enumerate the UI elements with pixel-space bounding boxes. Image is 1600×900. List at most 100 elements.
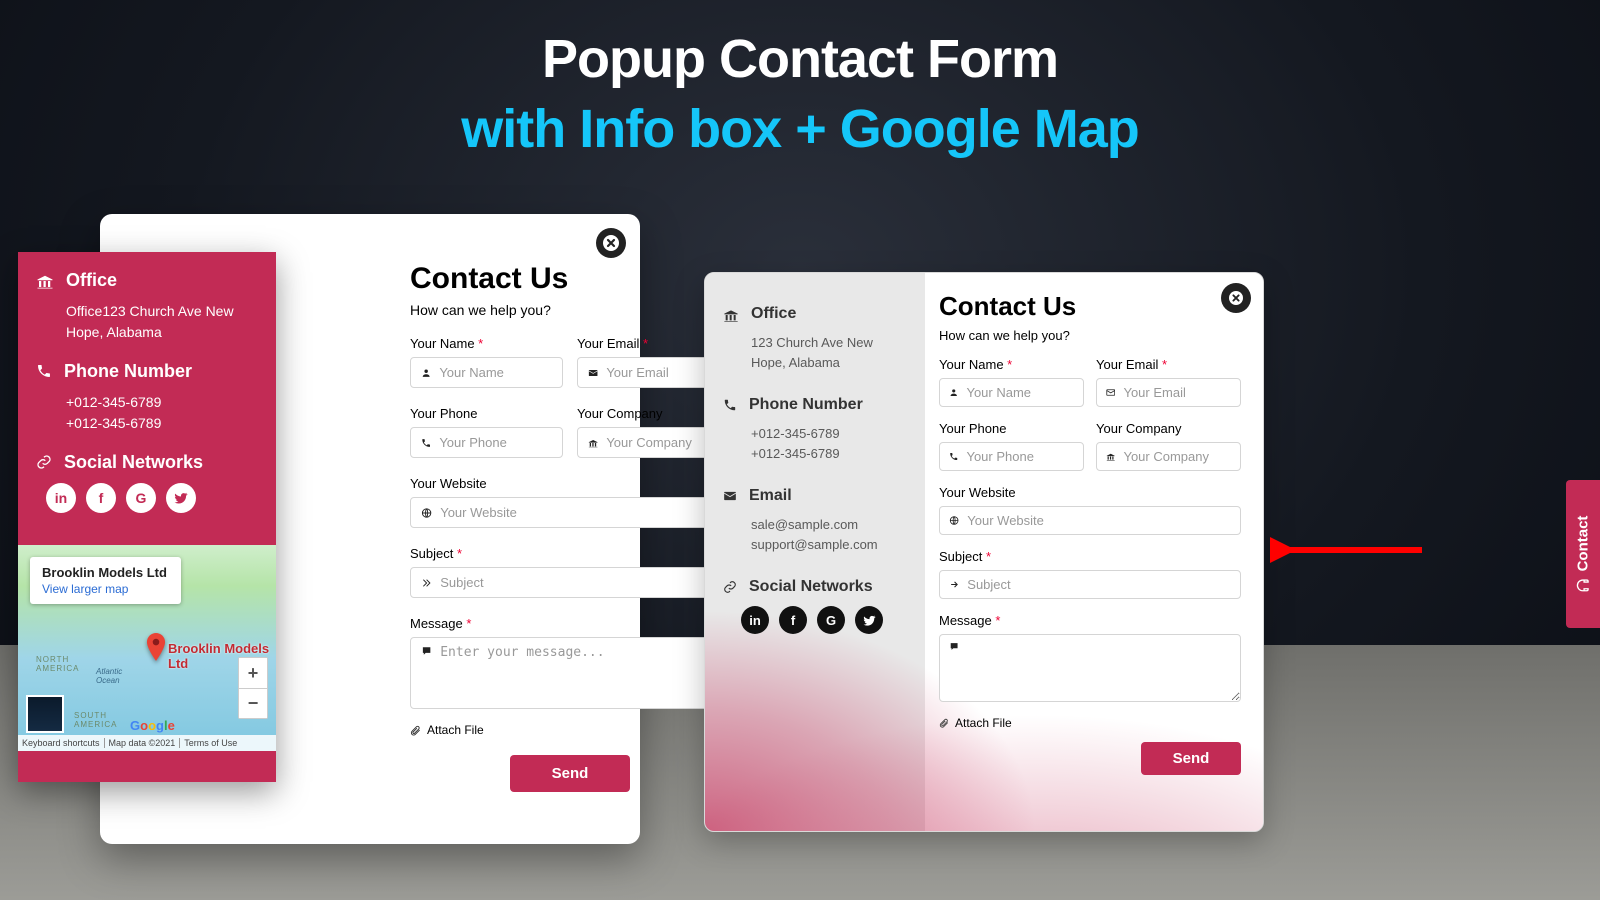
map-view-larger-link[interactable]: View larger map (42, 582, 167, 596)
map-keyboard-shortcuts[interactable]: Keyboard shortcuts (18, 738, 105, 748)
google-icon[interactable]: G (126, 483, 156, 513)
name-input[interactable] (439, 365, 552, 380)
facebook-icon[interactable]: f (86, 483, 116, 513)
map-data-attribution: Map data ©2021 (105, 738, 181, 748)
subject-field[interactable] (410, 567, 730, 598)
map-zoom-out-button[interactable]: − (239, 688, 267, 718)
headset-icon (1575, 577, 1591, 593)
website-field[interactable] (410, 497, 730, 528)
email-addresses: sale@sample.com support@sample.com (751, 515, 907, 554)
link-icon (36, 454, 52, 470)
map-satellite-thumb[interactable] (26, 695, 64, 733)
google-map[interactable]: Brooklin Models Ltd View larger map NORT… (18, 545, 276, 751)
name-field[interactable] (939, 378, 1084, 407)
phone-title: Phone Number (64, 361, 192, 382)
arrow-right-icon (949, 579, 959, 590)
message-input[interactable] (440, 645, 719, 701)
map-label-atlantic: Atlantic Ocean (96, 667, 122, 685)
twitter-icon[interactable] (855, 606, 883, 634)
map-google-logo: Google (130, 718, 175, 733)
email-input[interactable] (606, 365, 719, 380)
speech-icon (949, 641, 959, 652)
building-icon (1106, 451, 1115, 462)
phone-title: Phone Number (749, 396, 863, 414)
callout-arrow-icon (1270, 530, 1430, 570)
attach-label: Attach File (955, 716, 1012, 730)
phone-label: Your Phone (939, 421, 1084, 436)
close-button[interactable] (596, 228, 626, 258)
message-field[interactable] (410, 637, 730, 709)
subject-field[interactable] (939, 570, 1241, 599)
attach-label: Attach File (427, 723, 484, 737)
company-input[interactable] (1123, 449, 1231, 464)
facebook-icon[interactable]: f (779, 606, 807, 634)
message-input[interactable] (967, 641, 1231, 695)
contact-side-tab[interactable]: Contact (1566, 480, 1600, 628)
popup-card-b: Office 123 Church Ave New Hope, Alabama … (704, 272, 1264, 832)
side-tab-label: Contact (1575, 515, 1592, 571)
close-icon (1229, 291, 1243, 305)
website-label: Your Website (410, 476, 730, 491)
email-input[interactable] (1123, 385, 1231, 400)
office-address: 123 Church Ave New Hope, Alabama (751, 333, 907, 372)
envelope-icon (723, 489, 737, 503)
linkedin-icon[interactable]: in (741, 606, 769, 634)
form-subtitle: How can we help you? (939, 328, 1241, 343)
paperclip-icon (410, 725, 421, 736)
map-zoom-controls: + − (238, 657, 268, 719)
name-input[interactable] (966, 385, 1074, 400)
info-sidebar-b: Office 123 Church Ave New Hope, Alabama … (705, 273, 925, 831)
phone-icon (949, 451, 958, 462)
office-icon (723, 307, 739, 323)
website-field[interactable] (939, 506, 1241, 535)
company-label: Your Company (1096, 421, 1241, 436)
arrow-icon (421, 577, 432, 589)
envelope-icon (588, 367, 598, 379)
form-title: Contact Us (410, 262, 730, 296)
phone-input[interactable] (439, 435, 552, 450)
map-footer: Keyboard shortcuts Map data ©2021 Terms … (18, 735, 276, 751)
building-icon (588, 437, 598, 449)
social-title: Social Networks (64, 452, 203, 473)
name-field[interactable] (410, 357, 563, 388)
company-field[interactable] (1096, 442, 1241, 471)
phone-icon (36, 363, 52, 379)
contact-form-a: Contact Us How can we help you? Your Nam… (410, 262, 730, 792)
form-title: Contact Us (939, 291, 1241, 322)
headline-line1: Popup Contact Form (0, 28, 1600, 90)
attach-file[interactable]: Attach File (939, 716, 1241, 730)
google-icon[interactable]: G (817, 606, 845, 634)
phone-input[interactable] (966, 449, 1074, 464)
message-field[interactable] (939, 634, 1241, 702)
message-label: Message * (939, 613, 1241, 628)
map-zoom-in-button[interactable]: + (239, 658, 267, 688)
attach-file[interactable]: Attach File (410, 723, 730, 737)
subject-input[interactable] (967, 577, 1231, 592)
office-title: Office (751, 305, 796, 323)
speech-icon (421, 645, 432, 657)
email-field[interactable] (1096, 378, 1241, 407)
user-icon (949, 387, 958, 398)
website-input[interactable] (967, 513, 1231, 528)
website-label: Your Website (939, 485, 1241, 500)
map-label-sa: SOUTH AMERICA (74, 711, 117, 729)
phone-field[interactable] (939, 442, 1084, 471)
subject-input[interactable] (440, 575, 719, 590)
subject-label: Subject * (939, 549, 1241, 564)
user-icon (421, 367, 431, 379)
close-button[interactable] (1221, 283, 1251, 313)
phone-field[interactable] (410, 427, 563, 458)
form-subtitle: How can we help you? (410, 302, 730, 318)
company-input[interactable] (606, 435, 719, 450)
map-terms-link[interactable]: Terms of Use (180, 738, 241, 748)
headline: Popup Contact Form with Info box + Googl… (0, 0, 1600, 160)
envelope-icon (1106, 387, 1115, 398)
name-label: Your Name * (939, 357, 1084, 372)
send-button[interactable]: Send (1141, 742, 1241, 775)
website-input[interactable] (440, 505, 719, 520)
map-pin-icon (146, 633, 166, 666)
twitter-icon[interactable] (166, 483, 196, 513)
send-button[interactable]: Send (510, 755, 630, 792)
linkedin-icon[interactable]: in (46, 483, 76, 513)
globe-icon (949, 515, 959, 526)
